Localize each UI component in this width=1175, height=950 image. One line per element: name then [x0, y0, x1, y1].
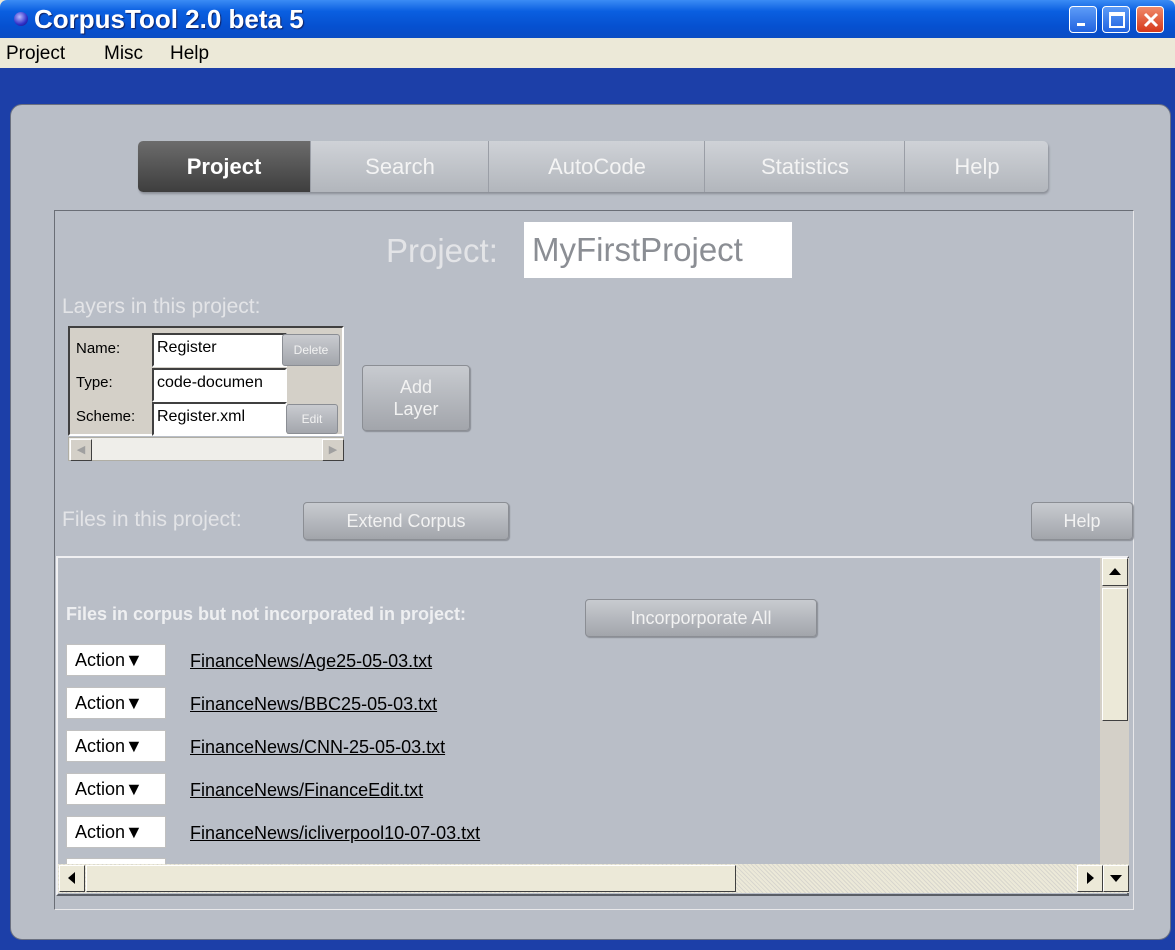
file-link[interactable]: FinanceNews/FinanceEdit.txt	[190, 777, 423, 803]
menu-project[interactable]: Project	[6, 43, 65, 65]
scroll-down-button[interactable]	[1103, 865, 1129, 892]
scroll-right-button[interactable]	[1077, 865, 1103, 892]
scroll-left-icon	[68, 872, 75, 884]
layer-scheme-field[interactable]: Register.xml	[152, 402, 287, 436]
scroll-up-button[interactable]	[1102, 558, 1128, 586]
scroll-right-icon	[1087, 872, 1094, 884]
layer-scrollbar[interactable]: ◀ ▶	[68, 437, 344, 461]
action-label: Action	[75, 693, 126, 713]
layer-name-label: Name:	[76, 340, 121, 357]
extend-corpus-button[interactable]: Extend Corpus	[303, 502, 509, 540]
minimize-icon	[1077, 23, 1085, 26]
tab-bar: Project Search AutoCode Statistics Help	[138, 141, 1048, 192]
add-layer-line1: Add	[399, 377, 433, 397]
tab-autocode[interactable]: AutoCode	[488, 141, 705, 192]
files-help-button[interactable]: Help	[1031, 502, 1133, 540]
maximize-icon	[1109, 12, 1125, 28]
dropdown-arrow-icon: ▼	[125, 822, 143, 842]
scroll-down-icon	[1110, 875, 1122, 882]
action-dropdown[interactable]: Action▼	[66, 644, 166, 676]
menu-help[interactable]: Help	[170, 43, 209, 65]
unincorporated-files-label: Files in corpus but not incorporated in …	[66, 604, 467, 624]
scroll-up-icon	[1109, 568, 1121, 575]
action-dropdown[interactable]: Action▼	[66, 773, 166, 805]
close-button[interactable]	[1136, 6, 1164, 33]
action-label: Action	[75, 822, 126, 842]
layers-heading: Layers in this project:	[62, 295, 261, 318]
add-layer-button[interactable]: Add Layer	[362, 365, 470, 431]
scroll-right-icon[interactable]: ▶	[322, 439, 344, 461]
action-dropdown[interactable]: Action▼	[66, 687, 166, 719]
menu-bar: Project Misc Help	[0, 38, 1175, 68]
layer-editor: Name: Register Delete Type: code-documen…	[68, 326, 344, 436]
action-label: Action	[75, 779, 126, 799]
dropdown-arrow-icon: ▼	[125, 650, 143, 670]
action-label: Action	[75, 650, 126, 670]
vertical-scroll-thumb[interactable]	[1102, 588, 1128, 721]
file-link[interactable]: FinanceNews/CNN-25-05-03.txt	[190, 734, 445, 760]
project-name-field[interactable]: MyFirstProject	[524, 222, 792, 278]
dropdown-arrow-icon: ▼	[125, 736, 143, 756]
dropdown-arrow-icon: ▼	[125, 779, 143, 799]
file-link[interactable]: FinanceNews/BBC25-05-03.txt	[190, 691, 437, 717]
file-link[interactable]: FinanceNews/Age25-05-03.txt	[190, 648, 432, 674]
layer-name-field[interactable]: Register	[152, 333, 287, 367]
close-icon	[1143, 12, 1159, 28]
window-title: CorpusTool 2.0 beta 5	[34, 4, 304, 34]
project-label: Project:	[386, 232, 498, 269]
tab-statistics[interactable]: Statistics	[704, 141, 905, 192]
layer-type-field[interactable]: code-documen	[152, 368, 287, 402]
delete-button[interactable]: Delete	[282, 334, 340, 366]
dropdown-arrow-icon: ▼	[125, 693, 143, 713]
scroll-left-icon[interactable]: ◀	[70, 439, 92, 461]
maximize-button[interactable]	[1102, 6, 1130, 33]
file-link[interactable]: FinanceNews/icliverpool10-07-03.txt	[190, 820, 480, 846]
tab-project[interactable]: Project	[138, 141, 310, 192]
tab-help[interactable]: Help	[904, 141, 1049, 192]
minimize-button[interactable]	[1069, 6, 1097, 33]
files-heading: Files in this project:	[62, 508, 242, 531]
horizontal-scroll-thumb[interactable]	[86, 865, 736, 892]
layer-scheme-label: Scheme:	[76, 408, 136, 425]
edit-scheme-button[interactable]: Edit	[286, 404, 338, 434]
action-dropdown[interactable]: Action▼	[66, 730, 166, 762]
menu-misc[interactable]: Misc	[104, 43, 143, 65]
incorporate-all-button[interactable]: Incorporporate All	[585, 599, 817, 637]
action-dropdown[interactable]: Action▼	[66, 816, 166, 848]
scroll-left-button[interactable]	[59, 865, 85, 892]
layer-type-label: Type:	[76, 374, 113, 391]
tab-search[interactable]: Search	[310, 141, 489, 192]
action-label: Action	[75, 736, 126, 756]
add-layer-line2: Layer	[393, 399, 439, 419]
app-icon	[14, 12, 28, 26]
